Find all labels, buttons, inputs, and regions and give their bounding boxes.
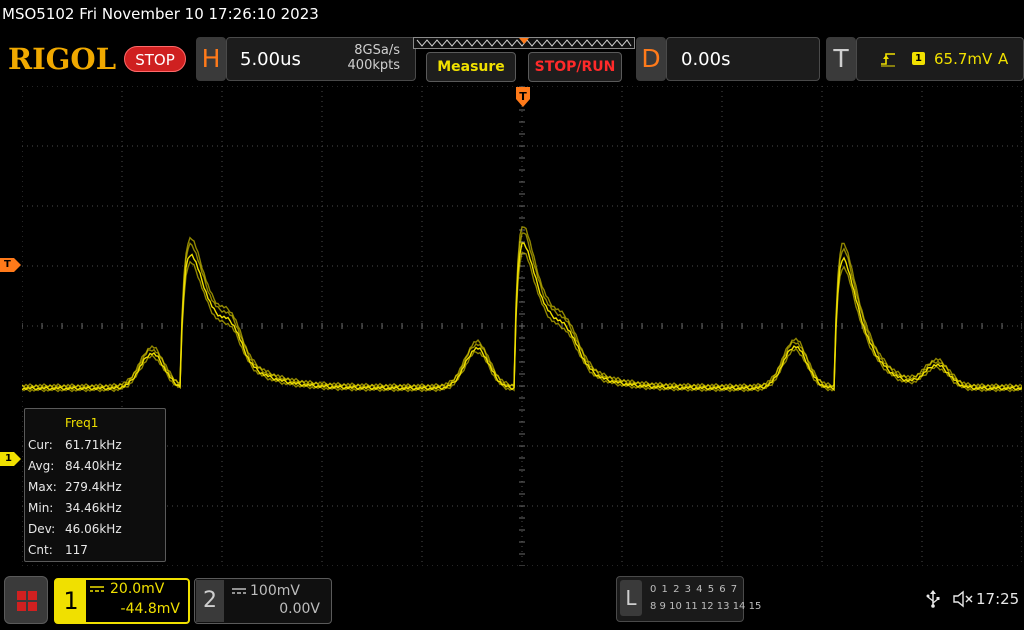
measurement-value: 84.40kHz [65, 459, 122, 473]
channel1-scale: 20.0mV [110, 581, 165, 597]
measurement-value: 279.4kHz [65, 480, 122, 494]
run-state-badge[interactable]: STOP [124, 46, 186, 72]
measurement-label: Cnt: [28, 543, 53, 557]
svg-text:T: T [519, 90, 527, 103]
channel2-offset: 0.00V [279, 601, 320, 617]
waveform-grid[interactable] [22, 86, 1022, 566]
system-clock: 17:25 [976, 590, 1020, 608]
measurement-value: 34.46kHz [65, 501, 122, 515]
measurement-value: 117 [65, 543, 88, 557]
trace-sweep [22, 251, 1022, 393]
trigger-level-marker[interactable]: T [0, 258, 22, 272]
stop-run-button[interactable]: STOP/RUN [528, 52, 622, 82]
dc-coupling-icon [90, 586, 104, 592]
measurement-value: 46.06kHz [65, 522, 122, 536]
trigger-position-bar[interactable] [413, 37, 635, 49]
trigger-position-marker[interactable]: T [516, 87, 530, 111]
measure-button[interactable]: Measure [426, 52, 516, 82]
rising-edge-icon [881, 53, 895, 67]
logic-channels-low: 0 1 2 3 4 5 6 7 [650, 584, 739, 595]
trigger-level-marker-label: T [4, 259, 11, 270]
trigger-label[interactable]: T [826, 37, 856, 81]
measurement-label: Avg: [28, 459, 55, 473]
main-menu-button[interactable] [4, 576, 48, 624]
measurement-row: Avg: 84.40kHz [28, 459, 122, 473]
sample-rate: 8GSa/s [354, 43, 400, 58]
measurement-row: Cur: 61.71kHz [28, 438, 122, 452]
menu-grid-icon [17, 591, 37, 611]
timebase-value: 5.00us [240, 49, 301, 70]
status-line: MSO5102 Fri November 10 17:26:10 2023 [2, 5, 319, 23]
channel2-scale: 100mV [250, 583, 300, 599]
delay-label[interactable]: D [636, 37, 666, 81]
usb-icon [926, 590, 940, 608]
measurement-row: Min: 34.46kHz [28, 501, 122, 515]
measurement-label: Dev: [28, 522, 56, 536]
measurement-value: 61.71kHz [65, 438, 122, 452]
channel1-offset: -44.8mV [120, 601, 180, 617]
channel1-number: 1 [56, 580, 86, 622]
measurement-title: Freq1 [65, 416, 99, 430]
logic-channels-high: 8 9 10 11 12 13 14 15 [650, 601, 762, 612]
channel2-number: 2 [196, 580, 224, 622]
logic-analyzer-label: L [620, 580, 642, 616]
delay-value: 0.00s [681, 49, 731, 70]
measurement-row: Dev: 46.06kHz [28, 522, 122, 536]
speaker-muted-icon[interactable] [952, 590, 974, 608]
trigger-source-badge: 1 [912, 52, 925, 65]
horizontal-label[interactable]: H [196, 37, 226, 81]
dc-coupling-icon [232, 588, 246, 594]
channel1-marker-label: 1 [5, 453, 12, 464]
rigol-logo: RIGOL [8, 42, 117, 76]
measurement-row: Max: 279.4kHz [28, 480, 122, 494]
trigger-mode: A [998, 50, 1009, 68]
acquisition-info: 8GSa/s 400kpts [330, 43, 400, 73]
measurement-label: Max: [28, 480, 57, 494]
trigger-level: 65.7mV [934, 50, 993, 68]
channel1-offset-marker[interactable]: 1 [0, 452, 22, 466]
measurement-row: Cnt: 117 [28, 543, 88, 557]
measurement-label: Min: [28, 501, 54, 515]
measurement-label: Cur: [28, 438, 53, 452]
memory-depth: 400kpts [347, 58, 400, 73]
